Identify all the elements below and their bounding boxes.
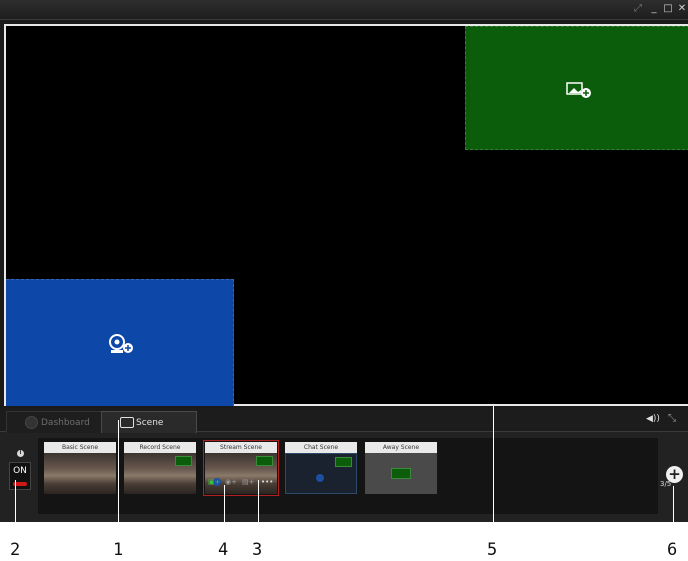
scene-basic[interactable]: Basic Scene [44, 442, 116, 494]
scene-list: Basic Scene Record Scene Stream Scene Ch… [38, 438, 658, 514]
tab-bar: Dashboard Scene ◀)) ⤡ [0, 408, 688, 433]
add-video-source-icon[interactable]: ▤+ [242, 478, 254, 486]
callout-4: 4 [218, 540, 229, 560]
callout-1: 1 [113, 540, 124, 560]
callout-6: 6 [667, 540, 678, 560]
scene-thumbnail [44, 453, 116, 494]
tab-dashboard[interactable]: Dashboard [6, 411, 102, 433]
scene-label: Away Scene [365, 442, 437, 453]
image-source-thumb [391, 468, 411, 479]
stream-on-toggle[interactable]: ON [9, 462, 31, 490]
image-source-thumb [256, 456, 273, 466]
add-image-source-icon[interactable]: ▣+ [208, 478, 220, 486]
scene-label: Stream Scene [205, 442, 277, 453]
scene-label: Basic Scene [44, 442, 116, 453]
callout-line-3 [258, 480, 259, 522]
app-window: ⤢ _ □ ✕ Dashboard Scene ◀)) ⤡ i ON Basic… [0, 0, 688, 522]
add-webcam-source-icon[interactable]: ◉+ [225, 478, 237, 486]
scene-icon [120, 417, 134, 428]
maximize-icon[interactable]: □ [662, 3, 674, 15]
callout-line-6 [673, 486, 674, 522]
scene-chat[interactable]: Chat Scene [285, 442, 357, 494]
title-bar: ⤢ _ □ ✕ [0, 0, 688, 20]
volume-icon[interactable]: ◀)) [646, 414, 660, 424]
dashboard-icon [25, 416, 38, 429]
bottom-panel: Dashboard Scene ◀)) ⤡ i ON Basic Scene R… [0, 408, 688, 522]
image-source-area[interactable] [465, 26, 688, 150]
more-options-icon[interactable]: ••• [261, 478, 273, 486]
scene-preview[interactable] [4, 24, 688, 406]
pin-icon[interactable]: ⤢ [632, 3, 644, 15]
scene-thumbnail [205, 453, 277, 494]
scene-label: Chat Scene [285, 442, 357, 453]
callout-line-1 [118, 420, 119, 522]
tab-scene[interactable]: Scene [101, 411, 197, 433]
fullscreen-icon[interactable]: ⤡ [668, 413, 676, 424]
callout-5: 5 [487, 540, 498, 560]
close-icon[interactable]: ✕ [676, 3, 688, 15]
callout-3: 3 [252, 540, 263, 560]
scene-thumbnail [285, 453, 357, 494]
scene-away[interactable]: Away Scene [365, 442, 437, 494]
scene-thumbnail [365, 453, 437, 494]
add-image-icon[interactable] [566, 81, 594, 99]
image-source-thumb [175, 456, 192, 466]
stream-toggle-label: ON [13, 466, 27, 476]
callout-line-2 [15, 480, 16, 522]
scene-label: Record Scene [124, 442, 196, 453]
scene-count: 3/5 [660, 480, 672, 488]
callout-line-4 [224, 485, 225, 522]
webcam-source-area[interactable] [6, 279, 234, 406]
scene-record[interactable]: Record Scene [124, 442, 196, 494]
tab-dashboard-label: Dashboard [41, 418, 90, 428]
tab-scene-label: Scene [136, 418, 164, 428]
callout-2: 2 [10, 540, 21, 560]
scene-thumbnail [124, 453, 196, 494]
webcam-source-thumb [316, 474, 324, 482]
minimize-icon[interactable]: _ [648, 3, 660, 15]
add-webcam-icon[interactable] [106, 332, 136, 356]
info-icon[interactable]: i [17, 450, 24, 457]
scene-source-toolbar: ▣+ ◉+ ▤+ ••• [205, 477, 275, 487]
callout-line-5 [493, 406, 494, 522]
image-source-thumb [335, 457, 352, 467]
